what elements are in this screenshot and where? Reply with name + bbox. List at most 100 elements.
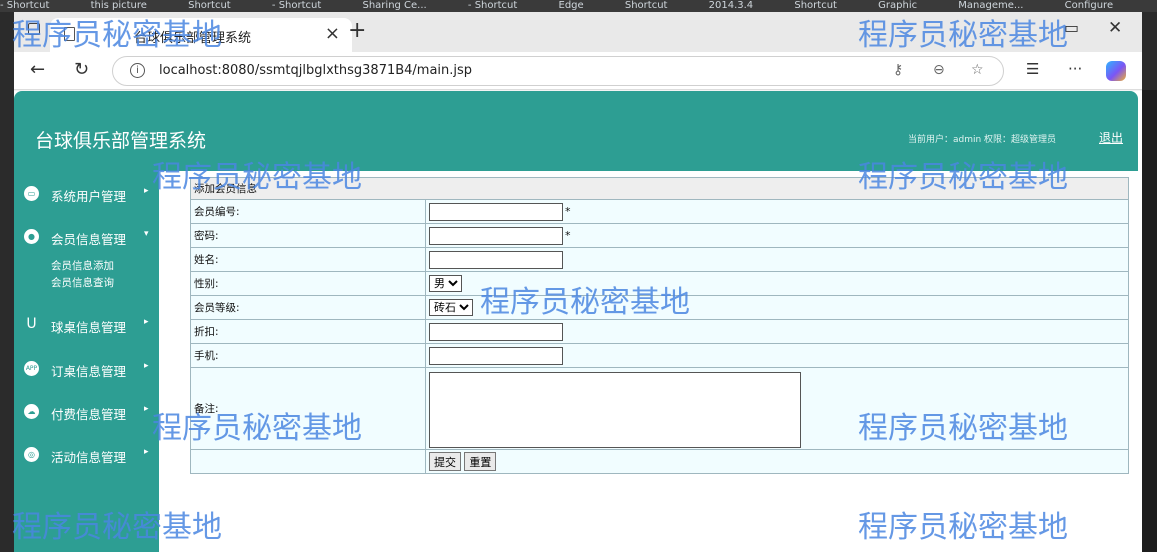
desktop-shortcut[interactable]: Shortcut [625,0,668,11]
tab-actions-icon[interactable] [28,23,40,35]
desktop-shortcut[interactable]: Manageme... [958,0,1023,11]
form-row: 会员等级: 砖石 [190,295,1129,320]
sidebar-item-label: 系统用户管理 [51,189,127,204]
chevron-right-icon: ▸ [144,447,149,457]
sidebar-item-payments[interactable]: ☁ 付费信息管理 ▸ [14,402,159,422]
favorites-list-icon[interactable]: ☰ [1026,60,1039,78]
sidebar-item-label: 球桌信息管理 [51,320,127,335]
chevron-right-icon: ▸ [144,404,149,414]
window-minimize-icon[interactable]: ▭ [1064,18,1079,37]
address-bar[interactable]: i localhost:8080/ssmtqjlbglxthsg3871B4/m… [112,56,1004,86]
sidebar-item-label: 订桌信息管理 [51,364,127,379]
back-icon[interactable]: ← [30,59,45,80]
zoom-icon[interactable]: ⊖ [933,62,945,78]
form-row: 会员编号: * [190,199,1129,224]
reset-button[interactable]: 重置 [464,452,497,471]
form-row: 折扣: [190,319,1129,344]
tab-bar: 台球俱乐部管理系统 × + ▭ ✕ [14,12,1142,52]
desktop-shortcut-strip: - Shortcut this picture Shortcut - Short… [0,0,1157,12]
required-mark: * [565,204,571,218]
monitor-icon: ▭ [24,186,39,201]
sidebar-item-label: 活动信息管理 [51,450,127,465]
desktop-shortcut[interactable]: Shortcut [794,0,837,11]
browser-tab[interactable]: 台球俱乐部管理系统 × [50,18,352,52]
form-row: 备注: [190,367,1129,450]
system-title: 台球俱乐部管理系统 [35,130,207,152]
desktop-shortcut[interactable]: Sharing Ce... [362,0,426,11]
sidebar-item-members[interactable]: ● 会员信息管理 ▾ [14,227,159,247]
favorite-star-icon[interactable]: ☆ [971,62,984,78]
new-tab-icon[interactable]: + [348,18,366,43]
password-label: 密码: [190,223,426,248]
chevron-down-icon: ▾ [144,229,149,239]
form-row: 手机: [190,343,1129,368]
chevron-right-icon: ▸ [144,186,149,196]
phone-input[interactable] [429,346,563,365]
desktop-shortcut[interactable]: Edge [559,0,584,11]
phone-label: 手机: [190,343,426,368]
more-menu-icon[interactable]: ··· [1068,60,1082,78]
sidebar: ▭ 系统用户管理 ▸ ● 会员信息管理 ▾ 会员信息添加 会员信息查询 ᑌ 球桌… [14,171,159,552]
level-label: 会员等级: [190,295,426,320]
key-icon[interactable]: ⚷ [893,62,903,78]
desktop-shortcut[interactable]: 2014.3.4 [709,0,754,11]
name-input[interactable] [429,250,563,269]
sidebar-item-bookings[interactable]: APP 订桌信息管理 ▸ [14,359,159,379]
target-icon: ◎ [24,447,39,462]
app-header: 台球俱乐部管理系统 当前用户：admin 权限：超级管理员 退出 [14,91,1138,171]
background-editor-strip [1142,90,1157,552]
desktop-shortcut[interactable]: - Shortcut [272,0,321,11]
sidebar-item-label: 会员信息管理 [51,232,127,247]
desktop-shortcut[interactable]: Shortcut [188,0,231,11]
refresh-icon[interactable]: ↻ [74,59,89,80]
chevron-right-icon: ▸ [144,361,149,371]
form-row: 性别: 男 [190,271,1129,296]
page-icon [64,27,75,41]
table-icon: ᑌ [26,316,37,332]
chevron-right-icon: ▸ [144,317,149,327]
url-text: localhost:8080/ssmtqjlbglxthsg3871B4/mai… [159,63,473,78]
tab-title: 台球俱乐部管理系统 [134,31,252,46]
password-input[interactable] [429,226,563,245]
gender-select[interactable]: 男 [429,275,462,292]
tab-close-icon[interactable]: × [325,23,340,44]
copilot-icon[interactable] [1106,61,1126,81]
discount-input[interactable] [429,322,563,341]
desktop-shortcut[interactable]: - Shortcut [0,0,49,11]
remark-label: 备注: [190,367,426,450]
add-member-form: 添加会员信息 会员编号: * 密码: * 姓名: 性别: 男 会员等级: 砖石 … [190,177,1129,474]
empty-cell [190,449,426,474]
submenu-query-member[interactable]: 会员信息查询 [51,275,114,290]
form-row: 密码: * [190,223,1129,248]
browser-window: 台球俱乐部管理系统 × + ▭ ✕ ← ↻ i localhost:8080/s… [14,12,1142,552]
name-label: 姓名: [190,247,426,272]
sidebar-item-tables[interactable]: ᑌ 球桌信息管理 ▸ [14,315,159,336]
browser-toolbar: ← ↻ i localhost:8080/ssmtqjlbglxthsg3871… [14,52,1142,90]
window-close-icon[interactable]: ✕ [1108,18,1122,38]
site-info-icon[interactable]: i [130,63,145,78]
required-mark: * [565,228,571,242]
submenu-add-member[interactable]: 会员信息添加 [51,258,114,273]
cloud-icon: ☁ [24,404,39,419]
desktop-shortcut[interactable]: Configure [1065,0,1113,11]
desktop-shortcut[interactable]: - Shortcut [468,0,517,11]
discount-label: 折扣: [190,319,426,344]
sidebar-item-activities[interactable]: ◎ 活动信息管理 ▸ [14,445,159,465]
sidebar-item-label: 付费信息管理 [51,407,127,422]
web-page: 台球俱乐部管理系统 当前用户：admin 权限：超级管理员 退出 ▭ 系统用户管… [14,91,1142,552]
current-user-info: 当前用户：admin 权限：超级管理员 [908,135,1057,145]
submit-button[interactable]: 提交 [429,452,461,471]
user-icon: ● [24,229,39,244]
logout-link[interactable]: 退出 [1099,129,1123,146]
sidebar-item-system-users[interactable]: ▭ 系统用户管理 ▸ [14,184,159,204]
remark-textarea[interactable] [429,371,801,448]
form-button-row: 提交 重置 [190,449,1129,474]
desktop-shortcut[interactable]: Graphic [878,0,917,11]
form-row: 姓名: [190,247,1129,272]
form-heading: 添加会员信息 [190,177,1129,200]
form-heading-row: 添加会员信息 [190,177,1129,200]
level-select[interactable]: 砖石 [429,299,473,316]
form-table: 添加会员信息 会员编号: * 密码: * 姓名: 性别: 男 会员等级: 砖石 … [190,177,1129,474]
desktop-shortcut[interactable]: this picture [91,0,147,11]
member-no-input[interactable] [429,202,563,221]
